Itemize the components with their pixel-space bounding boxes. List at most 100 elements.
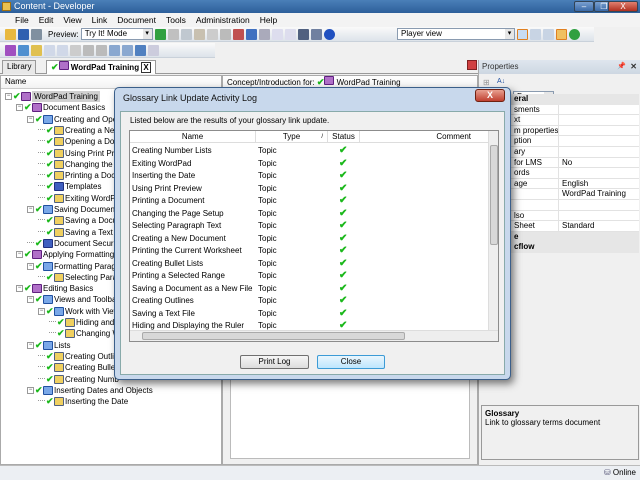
tree-item[interactable]: − ✔ Inserting Dates and Objects bbox=[27, 385, 153, 396]
property-value[interactable] bbox=[558, 136, 638, 147]
tree-item[interactable]: − ✔ Applying Formatting bbox=[16, 249, 114, 260]
tree-item[interactable]: ✔ Selecting Parag bbox=[38, 272, 121, 283]
column-header-name[interactable]: Name bbox=[130, 131, 256, 143]
new-section-icon[interactable] bbox=[18, 44, 29, 56]
expander-icon[interactable]: − bbox=[38, 307, 45, 315]
menu-help[interactable]: Help bbox=[255, 13, 282, 27]
expander-icon[interactable]: − bbox=[16, 285, 23, 293]
undo-icon[interactable] bbox=[245, 28, 257, 40]
tree-item[interactable]: ✔ Saving a Text F bbox=[38, 227, 120, 238]
new-question-icon[interactable] bbox=[44, 44, 55, 56]
column-header-type[interactable]: Type / bbox=[256, 131, 328, 143]
property-value[interactable] bbox=[558, 168, 638, 179]
expander-icon[interactable]: − bbox=[27, 115, 34, 123]
spellcheck-icon[interactable] bbox=[310, 28, 322, 40]
close-window-button[interactable]: X bbox=[608, 1, 638, 12]
tree-item[interactable]: ✔ Using Print Prev bbox=[38, 148, 123, 159]
sort-az-icon[interactable]: A↓ bbox=[497, 78, 505, 85]
paste-icon[interactable] bbox=[193, 28, 205, 40]
property-value[interactable] bbox=[558, 115, 638, 126]
tree-item[interactable]: ✔ Changing the P bbox=[38, 159, 120, 170]
find-icon[interactable] bbox=[232, 28, 244, 40]
tree-item[interactable]: − ✔ Creating and Open bbox=[27, 114, 122, 125]
demote-icon[interactable] bbox=[122, 44, 133, 56]
menu-edit[interactable]: Edit bbox=[34, 13, 59, 27]
tree-item[interactable]: − ✔ Editing Basics bbox=[16, 283, 93, 294]
help-icon[interactable] bbox=[323, 28, 335, 40]
log-row[interactable]: Using Print Preview Topic ✔ bbox=[130, 183, 490, 196]
open-icon[interactable] bbox=[5, 28, 16, 40]
property-value[interactable] bbox=[558, 125, 638, 136]
save-icon[interactable] bbox=[18, 28, 29, 40]
expander-icon[interactable]: − bbox=[16, 104, 23, 112]
binoculars-icon[interactable] bbox=[297, 28, 309, 40]
tree-item[interactable]: ✔ Hiding and D bbox=[49, 317, 122, 328]
layout-2-icon[interactable] bbox=[530, 28, 541, 40]
close-properties-icon[interactable]: ✕ bbox=[630, 60, 637, 74]
expander-icon[interactable]: − bbox=[27, 296, 34, 304]
minimize-button[interactable]: ‒ bbox=[574, 1, 594, 12]
properties-icon[interactable] bbox=[219, 28, 231, 40]
scroll-thumb[interactable] bbox=[490, 145, 498, 245]
delete-icon[interactable] bbox=[206, 28, 218, 40]
preview-mode-select[interactable]: Try It! Mode bbox=[80, 28, 153, 40]
tree-item[interactable]: − ✔ Lists bbox=[27, 340, 70, 351]
vertical-scrollbar[interactable] bbox=[488, 131, 498, 331]
promote-icon[interactable] bbox=[109, 44, 120, 56]
menu-administration[interactable]: Administration bbox=[191, 13, 255, 27]
expander-icon[interactable]: − bbox=[27, 341, 34, 349]
log-row[interactable]: Exiting WordPad Topic ✔ bbox=[130, 158, 490, 171]
tree-item[interactable]: − ✔ Views and Toolbars bbox=[27, 294, 123, 305]
cut-icon[interactable] bbox=[167, 28, 179, 40]
tree-item[interactable]: ✔ Document Security bbox=[27, 238, 122, 249]
tree-item[interactable]: ✔ Printing a Docu bbox=[38, 170, 120, 181]
layout-3-icon[interactable] bbox=[543, 28, 554, 40]
property-value[interactable]: No bbox=[558, 157, 638, 168]
property-value[interactable] bbox=[558, 210, 638, 221]
help-dropdown-icon[interactable] bbox=[57, 44, 68, 56]
menu-link[interactable]: Link bbox=[87, 13, 113, 27]
tree-item[interactable]: ✔ Exiting WordPa bbox=[38, 193, 120, 204]
property-value[interactable] bbox=[558, 104, 638, 115]
log-row[interactable]: Creating Bullet Lists Topic ✔ bbox=[130, 258, 490, 271]
expander-icon[interactable]: − bbox=[27, 206, 34, 213]
property-value[interactable] bbox=[558, 147, 638, 157]
tab-close-icon[interactable]: X bbox=[141, 62, 151, 73]
tree-item[interactable]: ✔ Creating Outlin bbox=[38, 351, 118, 362]
close-button[interactable]: Close bbox=[317, 355, 385, 369]
log-row[interactable]: Printing the Current Worksheet Topic ✔ bbox=[130, 245, 490, 258]
expander-icon[interactable]: − bbox=[5, 93, 12, 100]
copy-icon[interactable] bbox=[180, 28, 192, 40]
close-pane-icon[interactable] bbox=[467, 60, 477, 70]
refresh-icon[interactable] bbox=[569, 28, 580, 40]
move-up-icon[interactable] bbox=[83, 44, 94, 56]
tree-item[interactable]: − ✔ Formatting Paragra bbox=[27, 261, 123, 272]
properties-pane-icon[interactable] bbox=[556, 28, 567, 40]
tree-item[interactable]: ✔ Opening a Docu bbox=[38, 136, 123, 147]
collapse-icon[interactable] bbox=[284, 28, 296, 40]
tree-item[interactable]: ✔ Changing W bbox=[49, 328, 120, 339]
log-row[interactable]: Creating Outlines Topic ✔ bbox=[130, 295, 490, 308]
tree-item[interactable]: ✔ Saving a Docum bbox=[38, 215, 124, 226]
pin-icon[interactable]: 📌 bbox=[617, 60, 626, 74]
log-row[interactable]: Printing a Selected Range Topic ✔ bbox=[130, 270, 490, 283]
tree-item[interactable]: − ✔ Work with Views bbox=[38, 306, 123, 317]
view-select[interactable]: Player view bbox=[397, 28, 515, 40]
expander-icon[interactable]: − bbox=[16, 251, 23, 259]
new-topic-icon[interactable] bbox=[31, 44, 42, 56]
log-row[interactable]: Creating a New Document Topic ✔ bbox=[130, 233, 490, 246]
print-icon[interactable] bbox=[31, 28, 42, 40]
print-log-button[interactable]: Print Log bbox=[240, 355, 309, 369]
property-value[interactable] bbox=[558, 200, 638, 210]
log-row[interactable]: Creating Number Lists Topic ✔ bbox=[130, 145, 490, 158]
log-row[interactable]: Saving a Document as a New File Topic ✔ bbox=[130, 283, 490, 296]
property-value[interactable]: Standard bbox=[558, 221, 638, 232]
column-header-comment[interactable]: Comment bbox=[360, 131, 490, 143]
log-row[interactable]: Selecting Paragraph Text Topic ✔ bbox=[130, 220, 490, 233]
log-row[interactable]: Saving a Text File Topic ✔ bbox=[130, 308, 490, 321]
log-row[interactable]: Changing the Page Setup Topic ✔ bbox=[130, 208, 490, 221]
preview-go-icon[interactable] bbox=[154, 28, 166, 40]
menu-file[interactable]: File bbox=[10, 13, 34, 27]
tree-item[interactable]: ✔ Creating a New bbox=[38, 125, 120, 136]
menu-tools[interactable]: Tools bbox=[161, 13, 191, 27]
